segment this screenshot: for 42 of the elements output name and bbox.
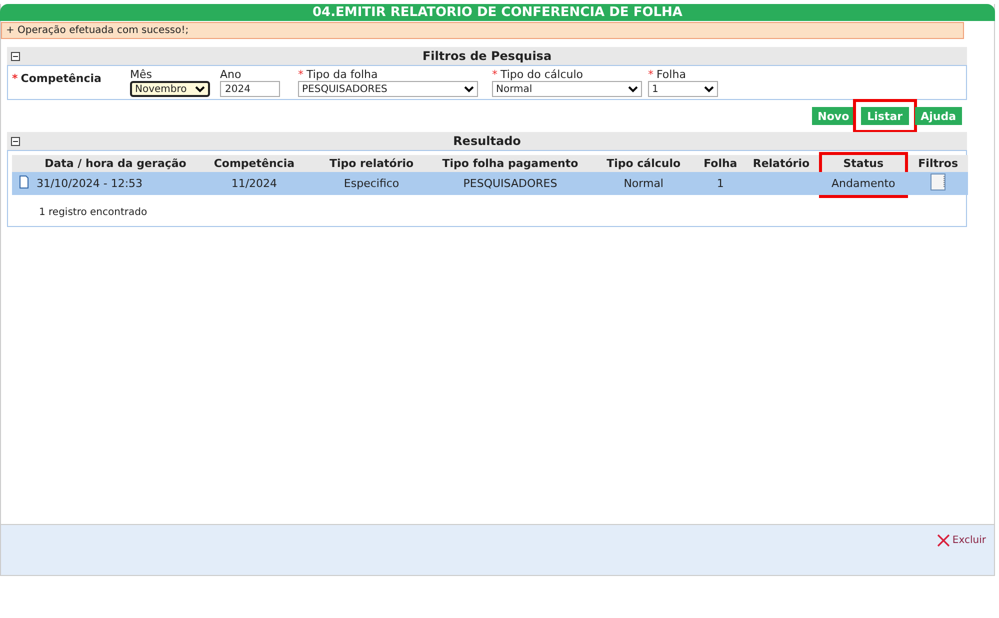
delete-link[interactable]: Excluir [937, 534, 986, 547]
page-title: 04.EMITIR RELATORIO DE CONFERENCIA DE FOLHA [0, 4, 995, 21]
column-header: Tipo folha pagamento [442, 157, 578, 170]
select-field[interactable]: PESQUISADORES [298, 81, 478, 97]
table-cell: 31/10/2024 - 12:53 [36, 177, 143, 190]
collapse-icon[interactable] [11, 136, 20, 146]
field-label: * Tipo da folha [298, 69, 379, 81]
table-cell: Normal [624, 177, 664, 190]
caret-icon [464, 86, 474, 92]
record-count: 1 registro encontrado [38, 206, 148, 220]
table-cell: 1 [716, 177, 724, 190]
field-label: * Folha [648, 69, 687, 81]
caret-icon [195, 86, 205, 92]
field-label: * Tipo do cálculo [492, 69, 584, 81]
table-cell: Andamento [832, 177, 896, 190]
column-header: Tipo cálculo [606, 157, 681, 170]
table-cell: 11/2024 [231, 177, 278, 190]
table-cell: PESQUISADORES [463, 177, 558, 190]
field-label: Mês [130, 69, 153, 81]
close-icon [937, 534, 950, 547]
column-header: Competência [214, 157, 295, 170]
collapse-icon[interactable] [11, 52, 20, 60]
panel-title: Resultado [452, 134, 522, 148]
select-field[interactable]: Novembro [130, 81, 210, 97]
input-field[interactable]: 2024 [220, 81, 280, 97]
notepad-icon[interactable] [930, 173, 946, 191]
column-header: Data / hora da geração [44, 157, 186, 170]
caret-icon [704, 86, 714, 92]
caret-icon [628, 86, 638, 92]
panel-title: Filtros de Pesquisa [421, 49, 553, 63]
column-header: Tipo relatório [329, 157, 414, 170]
field-label: Ano [220, 69, 242, 81]
select-field[interactable]: Normal [492, 81, 642, 97]
document-icon[interactable] [18, 175, 29, 189]
table-cell: Especifico [344, 177, 400, 190]
column-header: Folha [704, 157, 738, 170]
competencia-label: * Competência [12, 71, 102, 85]
column-header: Relatório [752, 157, 810, 170]
select-field[interactable]: 1 [648, 81, 718, 97]
column-header: Status [843, 157, 884, 170]
success-message: + Operação efetuada com sucesso!; [1, 22, 964, 39]
column-header: Filtros [918, 157, 958, 170]
